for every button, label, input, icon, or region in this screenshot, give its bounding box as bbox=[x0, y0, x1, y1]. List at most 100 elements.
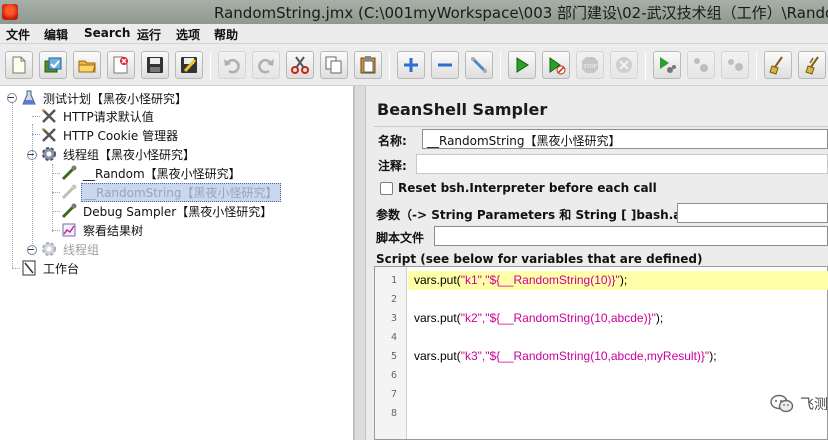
toolbar-separator bbox=[389, 52, 390, 80]
stop-button[interactable]: STOP bbox=[576, 51, 604, 79]
remote-start-icon bbox=[660, 57, 676, 73]
tree-expander[interactable] bbox=[7, 93, 17, 103]
tree-node-workbench[interactable]: 工作台 bbox=[20, 259, 81, 277]
expand-all-button[interactable] bbox=[397, 51, 425, 79]
code-string-literal: "k3","${__RandomString(10,abcde,myResult… bbox=[460, 349, 710, 363]
collapse-all-button[interactable] bbox=[431, 51, 459, 79]
undo-icon bbox=[224, 58, 240, 74]
code-token: vars.put( bbox=[414, 349, 461, 363]
code-string-literal: "k1","${__RandomString(10)}" bbox=[460, 273, 620, 287]
start-no-pause-icon bbox=[549, 57, 566, 75]
clear-button[interactable] bbox=[764, 51, 792, 79]
clear-all-button[interactable] bbox=[798, 51, 826, 79]
line-number: 7 bbox=[390, 389, 397, 400]
toggle-button[interactable] bbox=[465, 51, 493, 79]
new-button[interactable] bbox=[5, 51, 33, 79]
sampler-icon bbox=[60, 183, 78, 201]
tree-expander[interactable] bbox=[27, 150, 37, 160]
tree-connector bbox=[52, 173, 60, 174]
remote-shutdown-all-button[interactable] bbox=[721, 51, 749, 79]
code-token: ); bbox=[655, 311, 664, 325]
tree-node-debug-sampler[interactable]: Debug Sampler【黑夜小怪研究】 bbox=[60, 202, 274, 220]
comments-field[interactable] bbox=[416, 154, 828, 174]
menu-search[interactable]: Search bbox=[84, 26, 130, 40]
shutdown-button[interactable] bbox=[610, 51, 638, 79]
tree-connector bbox=[32, 116, 40, 117]
code-line: vars.put("k1","${__RandomString(10)}"); bbox=[408, 271, 828, 290]
tree-connector bbox=[12, 268, 20, 269]
open-button[interactable] bbox=[73, 51, 101, 79]
paste-button[interactable] bbox=[354, 51, 382, 79]
save-as-button[interactable] bbox=[175, 51, 203, 79]
sampler-icon bbox=[60, 202, 78, 220]
tree-connector bbox=[12, 102, 13, 268]
tree-node-label: 测试计划【黑夜小怪研究】 bbox=[43, 91, 188, 106]
name-label: 名称: bbox=[378, 134, 407, 148]
script-editor[interactable]: 1 vars.put("k1","${__RandomString(10)}");… bbox=[374, 266, 828, 440]
tree-node-label: 线程组【黑夜小怪研究】 bbox=[63, 147, 196, 162]
tree-node-label: Debug Sampler【黑夜小怪研究】 bbox=[83, 204, 273, 219]
tree-node-randomstring-sampler[interactable]: __RandomString【黑夜小怪研究】 bbox=[60, 182, 281, 202]
undo-button[interactable] bbox=[218, 51, 246, 79]
clear-all-icon bbox=[805, 56, 819, 75]
reset-interpreter-checkbox[interactable] bbox=[380, 182, 393, 195]
remote-stop-all-button[interactable] bbox=[687, 51, 715, 79]
menu-help[interactable]: 帮助 bbox=[214, 26, 238, 43]
templates-button[interactable] bbox=[39, 51, 67, 79]
test-plan-tree[interactable]: 测试计划【黑夜小怪研究】 HTTP请求默认值 HTTP Cookie 管理器 线… bbox=[0, 86, 354, 440]
tree-node-label: __Random【黑夜小怪研究】 bbox=[83, 166, 241, 181]
save-button[interactable] bbox=[141, 51, 169, 79]
comments-label: 注释: bbox=[378, 159, 407, 173]
tree-expander[interactable] bbox=[27, 245, 37, 255]
config-element-icon bbox=[40, 126, 58, 144]
sampler-icon bbox=[60, 164, 78, 182]
tree-node-label: __RandomString【黑夜小怪研究】 bbox=[81, 182, 281, 202]
menu-run[interactable]: 运行 bbox=[137, 26, 161, 43]
clear-icon bbox=[769, 56, 783, 75]
window-titlebar: RandomString.jmx (C:\001myWorkspace\003 … bbox=[0, 0, 828, 24]
menu-options[interactable]: 选项 bbox=[176, 26, 200, 43]
tree-connector bbox=[52, 211, 60, 212]
panel-divider bbox=[374, 126, 828, 127]
new-file-icon bbox=[12, 56, 26, 74]
stop-icon: STOP bbox=[582, 57, 598, 73]
jmeter-app-icon bbox=[2, 4, 18, 20]
parameters-field[interactable] bbox=[677, 203, 828, 223]
copy-icon bbox=[325, 56, 342, 74]
script-file-field[interactable] bbox=[434, 226, 828, 246]
redo-button[interactable] bbox=[252, 51, 280, 79]
tree-node-thread-group[interactable]: 线程组【黑夜小怪研究】 bbox=[40, 145, 197, 163]
window-title: RandomString.jmx (C:\001myWorkspace\003 … bbox=[214, 4, 828, 22]
start-no-pauses-button[interactable] bbox=[542, 51, 570, 79]
code-line: vars.put("k2","${__RandomString(10,abcde… bbox=[408, 309, 828, 328]
tree-node-view-results-tree[interactable]: 察看结果树 bbox=[60, 221, 145, 239]
tree-node-label: 察看结果树 bbox=[83, 223, 144, 238]
line-number: 8 bbox=[390, 408, 397, 419]
line-number: 6 bbox=[390, 370, 397, 381]
tree-node-label: HTTP请求默认值 bbox=[63, 109, 154, 124]
remote-start-all-button[interactable] bbox=[653, 51, 681, 79]
menu-file[interactable]: 文件 bbox=[6, 26, 30, 43]
reset-interpreter-label: Reset bsh.Interpreter before each call bbox=[398, 181, 657, 195]
close-file-icon bbox=[113, 56, 128, 74]
menu-edit[interactable]: 编辑 bbox=[44, 26, 68, 43]
tree-node-http-defaults[interactable]: HTTP请求默认值 bbox=[40, 107, 156, 125]
split-pane-divider[interactable] bbox=[354, 86, 366, 440]
close-button[interactable] bbox=[107, 51, 135, 79]
toolbar: STOP bbox=[0, 46, 828, 86]
name-field[interactable]: __RandomString【黑夜小怪研究】 bbox=[422, 129, 828, 149]
tree-node-test-plan[interactable]: 测试计划【黑夜小怪研究】 bbox=[20, 89, 189, 107]
copy-button[interactable] bbox=[320, 51, 348, 79]
cut-button[interactable] bbox=[286, 51, 314, 79]
tree-node-cookie-manager[interactable]: HTTP Cookie 管理器 bbox=[40, 126, 180, 144]
watermark-text: 飞测 bbox=[800, 397, 828, 413]
tree-node-thread-group-disabled[interactable]: 线程组 bbox=[40, 240, 101, 258]
start-button[interactable] bbox=[508, 51, 536, 79]
expand-icon bbox=[404, 58, 418, 72]
script-file-label: 脚本文件 bbox=[376, 231, 425, 245]
toolbar-separator bbox=[645, 52, 646, 80]
tree-node-random-sampler[interactable]: __Random【黑夜小怪研究】 bbox=[60, 164, 243, 182]
